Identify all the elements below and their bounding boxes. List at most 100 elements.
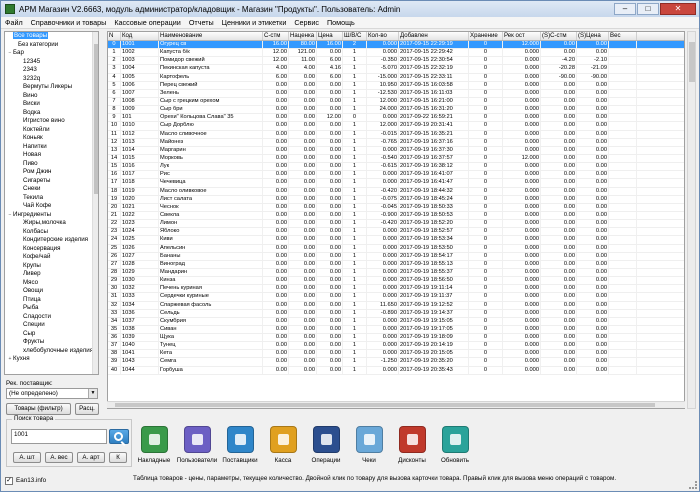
column-header[interactable]: Цена [317, 32, 343, 40]
tree-item[interactable]: Новая [5, 151, 98, 160]
table-row[interactable]: 13 1014 Маргарин 0.00 0.00 0.00 1 0.000 2017-09-… [108, 146, 684, 155]
ean13-checkbox[interactable]: ✓ [5, 477, 13, 485]
tree-item[interactable]: 2343 [5, 66, 98, 75]
refresh-button[interactable]: Обновить [434, 418, 476, 470]
table-hscrollbar[interactable] [107, 401, 685, 408]
tree-item[interactable]: Коктейли [5, 126, 98, 135]
table-row[interactable]: 15 1016 Лук 0.00 0.00 0.00 1 -0.615 2017-09-19 1… [108, 163, 684, 172]
table-row[interactable]: 4 1005 Картофель 6.00 0.00 6.00 1 -15.000 2017-0… [108, 73, 684, 82]
table-row[interactable]: 28 1029 Мандарин 0.00 0.00 0.00 1 0.000 2017-09-… [108, 268, 684, 278]
tree-item[interactable]: Сигареты [5, 177, 98, 186]
tree-item[interactable]: Мясо [5, 279, 98, 288]
tree-item[interactable]: Овощи [5, 287, 98, 296]
discounts-button[interactable]: Дисконты [391, 418, 433, 470]
table-row[interactable]: 14 1015 Морковь 0.00 0.00 0.00 1 -0.540 2017-09-… [108, 154, 684, 164]
products-table[interactable]: N Код Наименование С-стм Наценка Цена Ш/В/С Кол… [107, 31, 685, 409]
column-header[interactable]: С-стм [263, 32, 289, 40]
menu-item[interactable]: Сервис [290, 18, 323, 27]
tree-item[interactable]: Консервация [5, 245, 98, 254]
table-vscrollbar[interactable] [687, 31, 696, 409]
table-row[interactable]: 5 1006 Перец свежий 0.00 0.00 0.00 1 10.950 2017… [108, 81, 684, 90]
tree-item[interactable]: Ливер [5, 270, 98, 279]
table-row[interactable]: 39 1043 Семга 0.00 0.00 0.00 1 -1.250 2017-09-19… [108, 358, 684, 367]
table-row[interactable]: 7 1008 Сыр с грецким орехом 0.00 0.00 0.00 1 12… [108, 97, 684, 107]
menu-item[interactable]: Помощь [323, 18, 359, 27]
tree-item[interactable]: Снеки [5, 185, 98, 194]
tree-item[interactable]: Чай Кофе [5, 202, 98, 211]
resize-grip[interactable] [689, 481, 697, 489]
table-row[interactable]: 26 1027 Бананы 0.00 0.00 0.00 1 0.000 2017-09-19… [108, 252, 684, 261]
column-header[interactable]: (S)Цена [577, 32, 609, 40]
tree-item[interactable]: Текила [5, 194, 98, 203]
tree-item[interactable]: Коньяк [5, 134, 98, 143]
table-row[interactable]: 17 1018 Чечевица 0.00 0.00 0.00 1 0.000 2017-09-… [108, 179, 684, 188]
tree-item[interactable]: Птица [5, 296, 98, 305]
table-row[interactable]: 11 1012 Масло сливочное 0.00 0.00 0.00 1 -0.015… [108, 130, 684, 139]
table-row[interactable]: 33 1036 Сельдь 0.00 0.00 0.00 1 -0.890 2017-09-1… [108, 309, 684, 318]
menu-item[interactable]: Кассовые операции [110, 18, 184, 27]
table-row[interactable]: 35 1038 Сиван 0.00 0.00 0.00 1 0.000 2017-09-19 … [108, 325, 684, 335]
tree-item[interactable]: − Ингредиенты [5, 211, 98, 220]
table-row[interactable]: 32 1034 Спаржевая фасоль 0.00 0.00 0.00 1 11.65… [108, 301, 684, 310]
table-row[interactable]: 16 1017 Рис 0.00 0.00 0.00 1 0.000 2017-09-19 16… [108, 171, 684, 180]
table-row[interactable]: 8 1009 Сыр бри 0.00 0.00 0.00 1 24.000 2017-09-1… [108, 106, 684, 115]
search-button[interactable] [109, 429, 129, 444]
tree-item[interactable]: 3232q [5, 75, 98, 84]
table-row[interactable]: 2 1003 Помидор свежий 12.00 11.00 6.00 1 -0.350… [108, 57, 684, 66]
calc-button[interactable]: Расц. [75, 403, 99, 415]
tree-item[interactable]: Вино [5, 92, 98, 101]
table-row[interactable]: 22 1023 Лимон 0.00 0.00 0.00 1 -0.420 2017-09-19… [108, 220, 684, 229]
menu-item[interactable]: Справочники и товары [27, 18, 111, 27]
users-button[interactable]: Пользователи [176, 418, 218, 470]
column-header[interactable]: Код [121, 32, 159, 40]
tree-item[interactable]: Напитки [5, 143, 98, 152]
column-header[interactable]: Кол-во [367, 32, 399, 40]
table-row[interactable]: 9 101 Орехи" Кольцова Слава" 35 0.00 0.00 12.… [108, 114, 684, 123]
tree-item[interactable]: Виски [5, 100, 98, 109]
table-row[interactable]: 20 1021 Чеснок 0.00 0.00 0.00 1 -0.045 2017-09-1… [108, 203, 684, 212]
column-header[interactable]: N [108, 32, 121, 40]
table-row[interactable]: 6 1007 Зелень 0.00 0.00 0.00 1 -12.530 2017-09-1… [108, 89, 684, 98]
maximize-button[interactable]: □ [637, 3, 659, 15]
supplier-select[interactable]: (Не определено) ▼ [6, 388, 98, 399]
tree-item[interactable]: Рыба [5, 304, 98, 313]
a-ves-button[interactable]: А. вес [45, 452, 73, 463]
column-header[interactable]: Наценка [289, 32, 317, 40]
tree-item[interactable]: Сладости [5, 313, 98, 322]
tree-item[interactable]: − Бар [5, 49, 98, 58]
column-header[interactable]: Добавлен [399, 32, 469, 40]
table-row[interactable]: 21 1022 Свекла 0.00 0.00 0.00 1 -0.900 2017-09-1… [108, 211, 684, 221]
table-row[interactable]: 37 1040 Тунец 0.00 0.00 0.00 1 0.000 2017-09-19 … [108, 342, 684, 351]
tree-item[interactable]: Вермуты Ликеры [5, 83, 98, 92]
tree-item[interactable]: Пиво [5, 160, 98, 169]
tree-item[interactable]: хлебобулочные изделия [5, 347, 98, 356]
table-row[interactable]: 25 1026 Апельсин 0.00 0.00 0.00 1 0.000 2017-09-… [108, 244, 684, 253]
table-row[interactable]: 10 1010 Сыр Дорблю 0.00 0.00 0.00 1 12.000 2017-… [108, 122, 684, 131]
column-header[interactable]: Хранение [469, 32, 503, 40]
table-row[interactable]: 19 1020 Лист салата 0.00 0.00 0.00 1 -0.075 2017… [108, 195, 684, 204]
k-button[interactable]: К [109, 452, 127, 463]
column-header[interactable]: Наименование [159, 32, 263, 40]
menu-item[interactable]: Файл [1, 18, 27, 27]
a-art-button[interactable]: А. арт [77, 452, 105, 463]
tree-item[interactable]: Водка [5, 109, 98, 118]
table-row[interactable]: 3 1004 Пекинская капуста 4.00 4.00 4.16 1 -5.07… [108, 65, 684, 74]
column-header[interactable]: (S)С-стм [541, 32, 577, 40]
table-row[interactable]: 27 1028 Виноград 0.00 0.00 0.00 1 0.000 2017-09-… [108, 260, 684, 269]
table-row[interactable]: 23 1024 Яблоко 0.00 0.00 0.00 1 0.000 2017-09-19… [108, 228, 684, 237]
tree-item[interactable]: Фрукты [5, 338, 98, 347]
tree-item[interactable]: Кофе/чай [5, 253, 98, 262]
minimize-button[interactable]: – [614, 3, 636, 15]
operations-button[interactable]: Операции [305, 418, 347, 470]
cash-register-button[interactable]: Касса [262, 418, 304, 470]
receipts-button[interactable]: Чеки [348, 418, 390, 470]
column-header[interactable]: Рек ост [503, 32, 541, 40]
table-row[interactable]: 29 1030 Кинза 0.00 0.00 0.00 1 0.000 2017-09-19 … [108, 277, 684, 286]
close-button[interactable]: ✕ [660, 3, 696, 15]
tree-item[interactable]: Колбасы [5, 228, 98, 237]
filter-button[interactable]: Товары (фильтр) [6, 403, 71, 415]
table-row[interactable]: 38 1041 Кета 0.00 0.00 0.00 1 0.000 2017-09-19 2… [108, 350, 684, 359]
a-sht-button[interactable]: А. шт [13, 452, 41, 463]
table-row[interactable]: 24 1025 Киви 0.00 0.00 0.00 1 0.000 2017-09-19 1… [108, 236, 684, 245]
tree-item[interactable]: Жиры,молочка [5, 219, 98, 228]
